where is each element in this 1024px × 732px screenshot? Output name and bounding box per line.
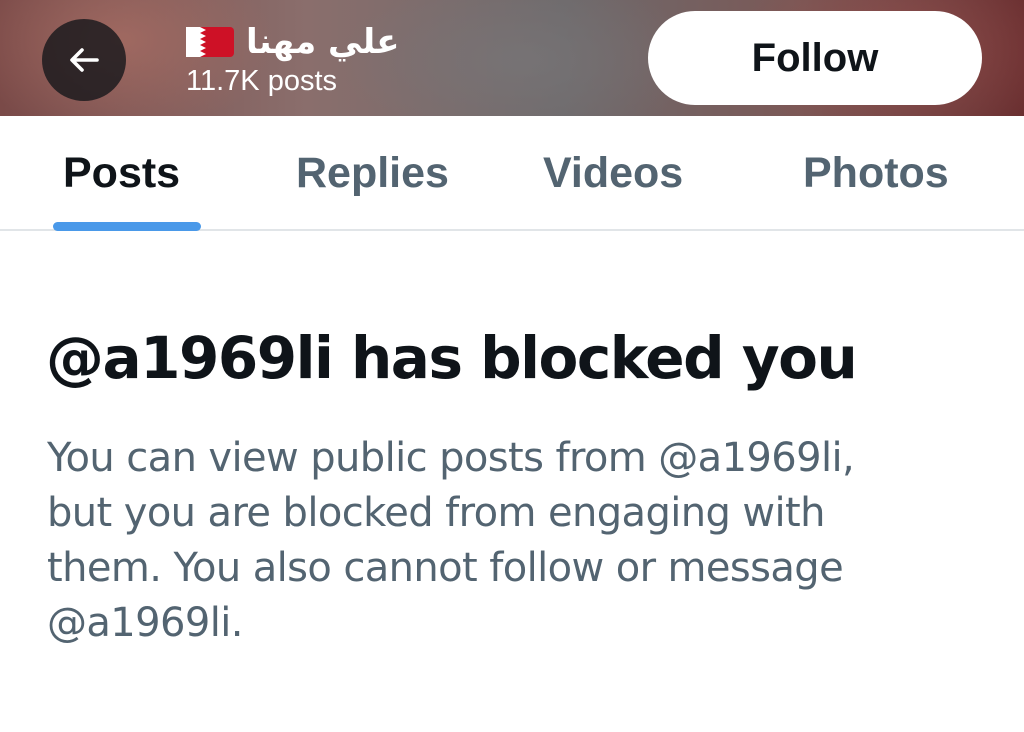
blocked-description-line: @a1969li. (47, 600, 243, 646)
blocked-description-line: them. You also cannot follow or message (47, 545, 844, 591)
profile-tabs: Posts Replies Videos Photos (0, 116, 1024, 231)
active-tab-indicator (53, 222, 201, 231)
blocked-description-line: but you are blocked from engaging with (47, 490, 825, 536)
bahrain-flag-icon (186, 27, 234, 57)
profile-header: علي مهنا 11.7K posts Follow (0, 0, 1024, 116)
arrow-left-icon (70, 48, 99, 72)
back-button[interactable] (42, 19, 126, 101)
profile-summary: علي مهنا 11.7K posts (186, 18, 526, 98)
blocked-description-line: You can view public posts from @a1969li, (47, 435, 855, 481)
tab-posts[interactable]: Posts (63, 146, 180, 200)
post-count: 11.7K posts (186, 65, 338, 97)
name-row: علي مهنا (186, 18, 526, 66)
profile-name: علي مهنا (246, 22, 400, 62)
follow-button[interactable]: Follow (648, 11, 982, 105)
blocked-title: @a1969li has blocked you (46, 324, 858, 392)
tab-videos[interactable]: Videos (543, 146, 683, 200)
tab-replies[interactable]: Replies (296, 146, 449, 200)
blocked-description: You can view public posts from @a1969li,… (47, 431, 947, 651)
tab-photos[interactable]: Photos (803, 146, 949, 200)
